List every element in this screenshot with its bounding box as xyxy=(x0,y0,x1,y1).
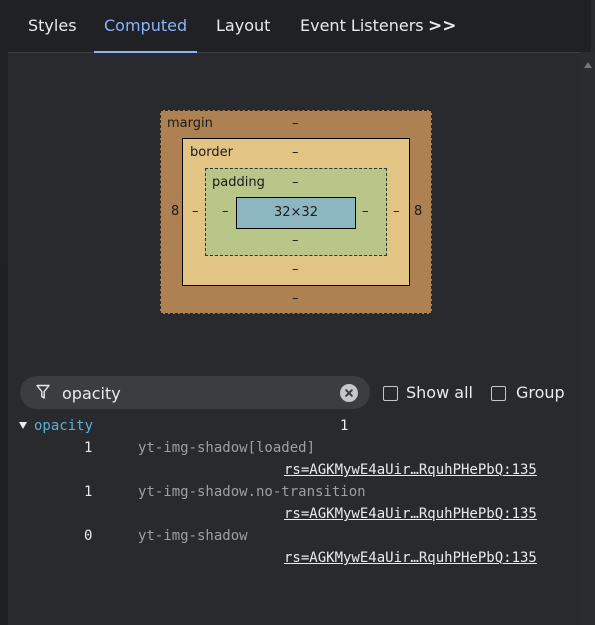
devtools-computed-panel: Styles Computed Layout Event Listeners >… xyxy=(0,0,595,625)
trace-source-link[interactable]: rs=AGKMywE4aUir…RquhPHePbQ:135 xyxy=(284,462,537,478)
border-label: border xyxy=(190,145,233,160)
tab-computed[interactable]: Computed xyxy=(93,0,198,53)
trace-source-link[interactable]: rs=AGKMywE4aUir…RquhPHePbQ:135 xyxy=(284,550,537,566)
tab-layout[interactable]: Layout xyxy=(216,0,270,52)
group-label[interactable]: Group xyxy=(516,383,565,403)
trace-selector: yt-img-shadow.no-transition xyxy=(138,484,366,500)
padding-left-value[interactable]: – xyxy=(222,204,229,219)
margin-bottom-value[interactable]: – xyxy=(292,291,299,306)
margin-top-value[interactable]: – xyxy=(292,116,299,131)
show-all-checkbox[interactable] xyxy=(383,386,398,401)
margin-left-value[interactable]: 8 xyxy=(171,204,179,219)
scroll-up-arrow-icon[interactable] xyxy=(584,62,592,68)
border-left-value[interactable]: – xyxy=(192,204,199,219)
show-all-label[interactable]: Show all xyxy=(406,383,473,403)
scrollbar[interactable] xyxy=(580,52,595,625)
tab-styles[interactable]: Styles xyxy=(28,0,77,52)
property-computed-value: 1 xyxy=(340,418,349,434)
clear-filter-icon[interactable] xyxy=(340,384,358,402)
trace-value: 1 xyxy=(84,440,93,456)
panel-resize-handle[interactable] xyxy=(0,265,8,625)
border-right-value[interactable]: – xyxy=(393,204,400,219)
left-gutter xyxy=(0,0,8,265)
trace-value: 0 xyxy=(84,528,93,544)
margin-right-value[interactable]: 8 xyxy=(414,204,422,219)
padding-bottom-value[interactable]: – xyxy=(292,233,299,248)
border-top-value[interactable]: – xyxy=(292,145,299,160)
property-name[interactable]: opacity xyxy=(34,418,93,434)
trace-selector: yt-img-shadow[loaded] xyxy=(138,440,316,456)
trace-value: 1 xyxy=(84,484,93,500)
padding-top-value[interactable]: – xyxy=(292,175,299,190)
trace-source-link[interactable]: rs=AGKMywE4aUir…RquhPHePbQ:135 xyxy=(284,506,537,522)
padding-label: padding xyxy=(212,175,265,190)
border-bottom-value[interactable]: – xyxy=(292,262,299,277)
filter-icon xyxy=(36,384,50,399)
box-model-content[interactable]: 32×32 xyxy=(236,197,356,229)
tab-event-listeners[interactable]: Event Listeners xyxy=(300,0,424,52)
group-checkbox[interactable] xyxy=(491,386,506,401)
filter-input[interactable] xyxy=(62,381,312,405)
expand-triangle-icon[interactable] xyxy=(19,422,27,429)
padding-right-value[interactable]: – xyxy=(362,204,369,219)
trace-selector: yt-img-shadow xyxy=(138,528,248,544)
more-tabs-button[interactable]: >> xyxy=(428,0,457,52)
margin-label: margin xyxy=(167,116,213,131)
